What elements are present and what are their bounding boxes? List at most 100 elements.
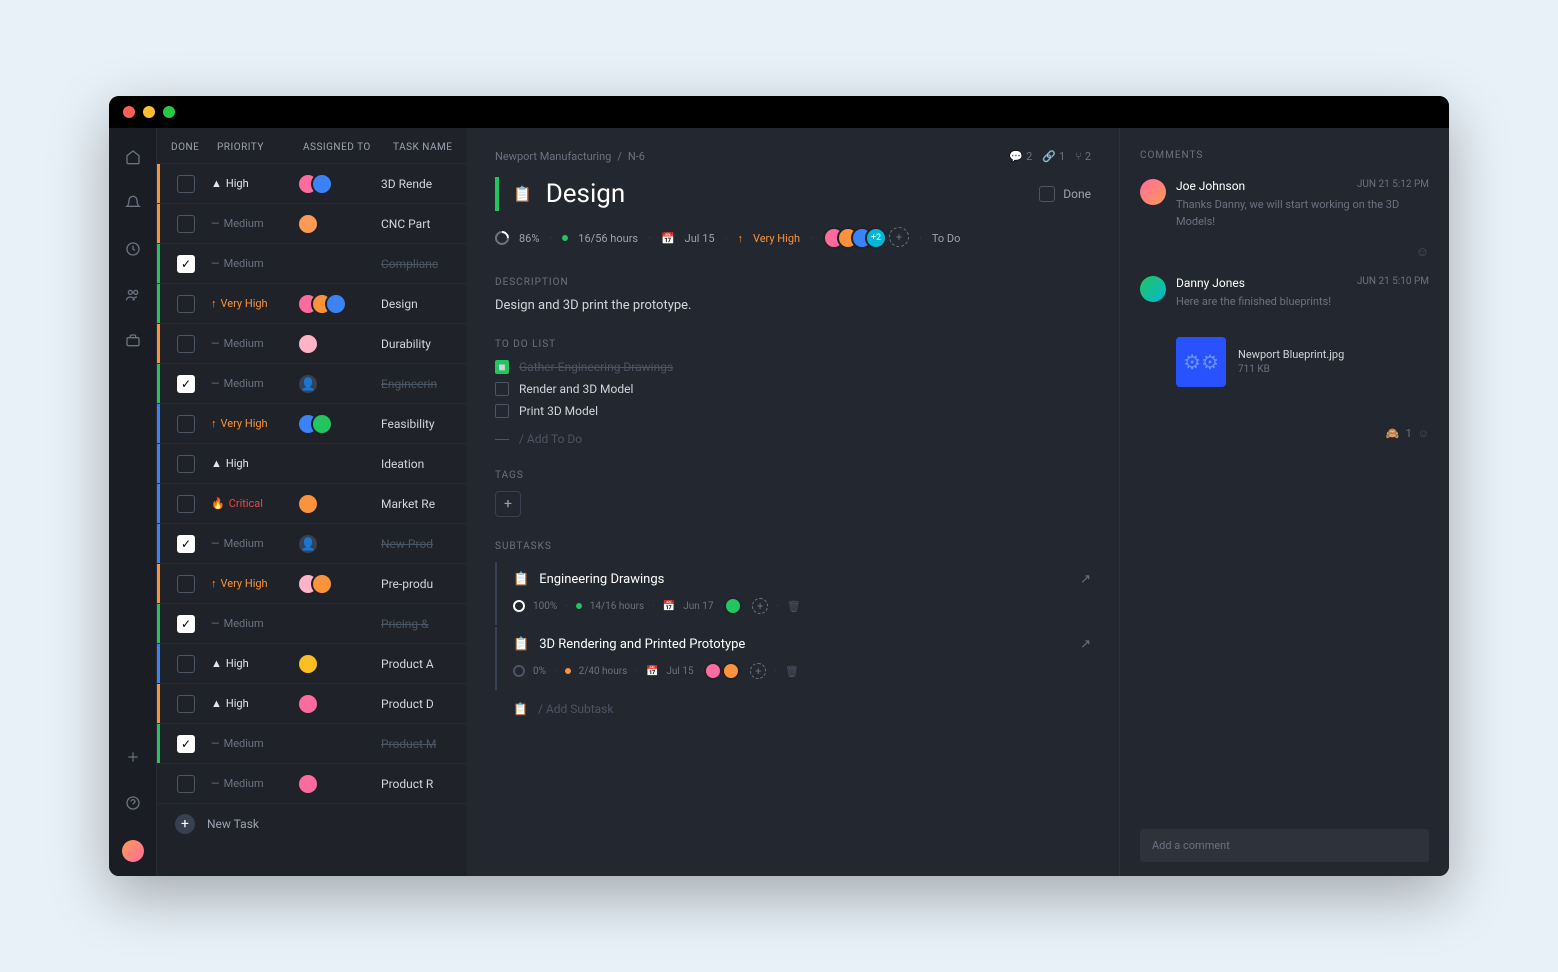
assignee-cell[interactable]: 👤 xyxy=(297,533,381,555)
attachment[interactable]: ⚙⚙ Newport Blueprint.jpg 711 KB xyxy=(1176,337,1429,387)
task-row[interactable]: ✓ — Medium 👤 Engineerin xyxy=(157,363,467,403)
task-row[interactable]: ✓ — Medium 👤 New Prod xyxy=(157,523,467,563)
assignee-avatars[interactable]: +2 + xyxy=(823,227,909,249)
home-icon[interactable] xyxy=(124,148,142,166)
priority-cell[interactable]: — Medium xyxy=(211,737,297,750)
priority-cell[interactable]: — Medium xyxy=(211,257,297,270)
description-text[interactable]: Design and 3D print the prototype. xyxy=(495,298,1091,313)
assignee-cell[interactable] xyxy=(297,573,381,595)
reaction-emoji[interactable]: 🙈 xyxy=(1386,427,1400,440)
breadcrumb-project[interactable]: Newport Manufacturing xyxy=(495,150,611,163)
projects-icon[interactable] xyxy=(124,332,142,350)
priority-cell[interactable]: ▲ High xyxy=(211,457,297,470)
priority-cell[interactable]: — Medium xyxy=(211,617,297,630)
priority-cell[interactable]: — Medium xyxy=(211,217,297,230)
done-checkbox[interactable]: ✓ xyxy=(177,615,195,633)
priority-cell[interactable]: ↑ Very High xyxy=(211,577,297,590)
due-date[interactable]: Jul 15 xyxy=(685,232,715,245)
add-tag-button[interactable]: + xyxy=(495,491,521,517)
done-checkbox[interactable]: ✓ xyxy=(177,255,195,273)
todo-checkbox[interactable] xyxy=(495,382,509,396)
assignee-cell[interactable] xyxy=(297,773,381,795)
subtask-title[interactable]: 3D Rendering and Printed Prototype xyxy=(539,637,745,652)
add-todo-button[interactable]: / Add To Do xyxy=(495,432,1091,446)
subtasks-count[interactable]: ⑂ 2 xyxy=(1075,150,1091,163)
done-checkbox[interactable]: ✓ xyxy=(177,535,195,553)
done-checkbox[interactable] xyxy=(177,455,195,473)
task-row[interactable]: — Medium Durability xyxy=(157,323,467,363)
done-checkbox[interactable] xyxy=(177,655,195,673)
priority-cell[interactable]: ↑ Very High xyxy=(211,417,297,430)
status-label[interactable]: To Do xyxy=(932,232,961,245)
done-checkbox[interactable] xyxy=(1039,186,1055,202)
done-checkbox[interactable] xyxy=(177,335,195,353)
done-checkbox[interactable] xyxy=(177,495,195,513)
priority-cell[interactable]: 🔥 Critical xyxy=(211,497,297,510)
add-reaction-button[interactable]: ☺ xyxy=(1418,427,1429,440)
task-row[interactable]: ✓ — Medium Product M xyxy=(157,723,467,763)
task-row[interactable]: ▲ High Product A xyxy=(157,643,467,683)
open-subtask-icon[interactable]: ↗ xyxy=(1080,637,1091,652)
help-icon[interactable] xyxy=(124,794,142,812)
done-checkbox[interactable] xyxy=(177,575,195,593)
notifications-icon[interactable] xyxy=(124,194,142,212)
done-checkbox[interactable] xyxy=(177,775,195,793)
task-row[interactable]: ✓ — Medium Complianc xyxy=(157,243,467,283)
add-assignee-button[interactable]: + xyxy=(750,663,766,679)
task-row[interactable]: ✓ — Medium Pricing & xyxy=(157,603,467,643)
task-row[interactable]: — Medium Product R xyxy=(157,763,467,803)
task-row[interactable]: 🔥 Critical Market Re xyxy=(157,483,467,523)
priority-cell[interactable]: — Medium xyxy=(211,777,297,790)
task-row[interactable]: ↑ Very High Pre-produ xyxy=(157,563,467,603)
priority-cell[interactable]: — Medium xyxy=(211,377,297,390)
maximize-window-button[interactable] xyxy=(163,106,175,118)
todo-checkbox[interactable] xyxy=(495,404,509,418)
done-toggle[interactable]: Done xyxy=(1039,186,1091,202)
assignee-cell[interactable] xyxy=(297,693,381,715)
assignee-cell[interactable] xyxy=(297,333,381,355)
todo-checkbox[interactable]: ■ xyxy=(495,360,509,374)
priority-cell[interactable]: ▲ High xyxy=(211,657,297,670)
todo-item[interactable]: ■Gather Engineering Drawings xyxy=(495,360,1091,374)
task-row[interactable]: ↑ Very High Design xyxy=(157,283,467,323)
priority-cell[interactable]: — Medium xyxy=(211,537,297,550)
done-checkbox[interactable]: ✓ xyxy=(177,735,195,753)
assignee-cell[interactable] xyxy=(297,413,381,435)
assignee-cell[interactable] xyxy=(297,493,381,515)
task-row[interactable]: — Medium CNC Part xyxy=(157,203,467,243)
subtask-title[interactable]: Engineering Drawings xyxy=(539,572,664,587)
done-checkbox[interactable] xyxy=(177,215,195,233)
user-avatar[interactable] xyxy=(122,840,144,862)
done-checkbox[interactable]: ✓ xyxy=(177,375,195,393)
done-checkbox[interactable] xyxy=(177,415,195,433)
priority-cell[interactable]: ▲ High xyxy=(211,177,297,190)
task-title[interactable]: Design xyxy=(546,179,626,209)
todo-item[interactable]: Render and 3D Model xyxy=(495,382,1091,396)
open-subtask-icon[interactable]: ↗ xyxy=(1080,572,1091,587)
comment-input[interactable]: Add a comment xyxy=(1140,829,1429,862)
delete-subtask-icon[interactable]: 🗑 xyxy=(785,665,799,678)
todo-item[interactable]: Print 3D Model xyxy=(495,404,1091,418)
priority-label[interactable]: Very High xyxy=(753,232,800,245)
task-row[interactable]: ▲ High Ideation xyxy=(157,443,467,483)
add-assignee-button[interactable]: + xyxy=(752,598,768,614)
close-window-button[interactable] xyxy=(123,106,135,118)
task-row[interactable]: ▲ High 3D Rende xyxy=(157,163,467,203)
add-icon[interactable] xyxy=(124,748,142,766)
new-task-button[interactable]: + New Task xyxy=(157,803,467,843)
recent-icon[interactable] xyxy=(124,240,142,258)
minimize-window-button[interactable] xyxy=(143,106,155,118)
assignee-cell[interactable] xyxy=(297,653,381,675)
priority-cell[interactable]: ▲ High xyxy=(211,697,297,710)
people-icon[interactable] xyxy=(124,286,142,304)
assignee-cell[interactable]: 👤 xyxy=(297,373,381,395)
done-checkbox[interactable] xyxy=(177,295,195,313)
assignee-cell[interactable] xyxy=(297,293,381,315)
hours-text[interactable]: 16/56 hours xyxy=(578,232,638,245)
delete-subtask-icon[interactable]: 🗑 xyxy=(787,600,801,613)
done-checkbox[interactable] xyxy=(177,175,195,193)
priority-cell[interactable]: ↑ Very High xyxy=(211,297,297,310)
assignee-cell[interactable] xyxy=(297,173,381,195)
task-row[interactable]: ▲ High Product D xyxy=(157,683,467,723)
task-row[interactable]: ↑ Very High Feasibility xyxy=(157,403,467,443)
